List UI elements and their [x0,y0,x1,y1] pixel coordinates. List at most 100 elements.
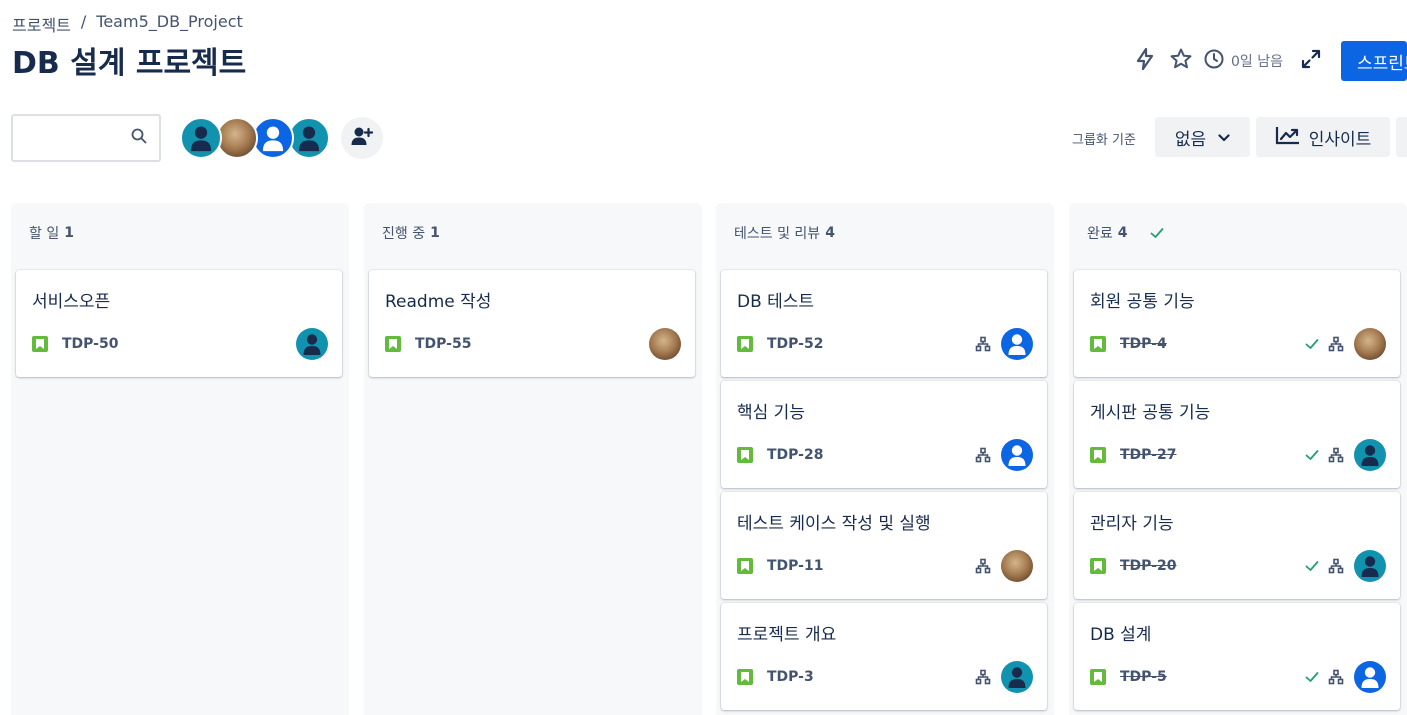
issue-footer: TDP-4 [1090,328,1386,360]
trend-chart-icon [1275,125,1301,150]
assignee-filter-avatars [180,117,330,159]
child-issues-icon[interactable] [1328,558,1344,574]
issue-footer: TDP-11 [737,550,1033,582]
group-by-label: 그룹화 기준 [1072,133,1136,148]
story-icon [737,669,753,685]
issue-title: DB 설계 [1090,625,1152,645]
clock-icon [1203,48,1225,74]
issue-title: 관리자 기능 [1090,514,1174,534]
check-icon [1149,225,1165,241]
child-issues-icon[interactable] [1328,669,1344,685]
issue-card[interactable]: 테스트 케이스 작성 및 실행 TDP-11 [721,492,1047,599]
issue-key[interactable]: TDP-52 [767,336,823,352]
breadcrumb-project-link[interactable]: Team5_DB_Project [96,12,243,36]
issue-key[interactable]: TDP-50 [62,336,118,352]
story-icon [737,447,753,463]
child-issues-icon[interactable] [1328,336,1344,352]
column-header: 진행 중1 [382,223,440,243]
complete-sprint-button[interactable]: 스프린트 완료 [1341,41,1407,81]
add-people-button[interactable] [341,117,383,159]
group-by-value: 없음 [1174,129,1207,150]
issue-title: 게시판 공통 기능 [1090,403,1211,423]
add-person-icon [351,126,374,150]
assignee-avatar[interactable] [1001,328,1033,360]
column-count: 1 [64,225,74,241]
lightning-icon [1135,47,1155,74]
child-issues-icon[interactable] [1328,447,1344,463]
column-count: 4 [1117,225,1128,241]
board-actions: 0일 남음 스프린트 완료 [1127,41,1407,81]
column-title: 테스트 및 리뷰 [734,226,821,242]
board-column: 테스트 및 리뷰 4 DB 테스트 TDP-52 핵심 기능 TDP-28 테스트 케이스 … [716,203,1054,715]
issue-footer: TDP-52 [737,328,1033,360]
insights-button[interactable]: 인사이트 [1256,117,1390,157]
avatar[interactable] [252,117,294,159]
issue-card[interactable]: 서비스오픈 TDP-50 [16,270,342,377]
search-input[interactable] [11,114,161,162]
issue-title: 핵심 기능 [737,403,805,423]
assignee-avatar[interactable] [296,328,328,360]
search-icon [131,128,147,148]
issue-card[interactable]: DB 설계 TDP-5 [1074,603,1400,710]
expand-icon [1300,48,1322,74]
board-column: 진행 중 1 Readme 작성 TDP-55 [364,203,702,715]
issue-card[interactable]: 회원 공통 기능 TDP-4 [1074,270,1400,377]
avatar[interactable] [288,117,330,159]
group-by-select[interactable]: 없음 [1155,117,1250,157]
column-count: 1 [430,225,440,241]
remaining-label: 0일 남음 [1231,54,1283,70]
issue-key[interactable]: TDP-55 [415,336,471,352]
page-title: DB 설계 프로젝트 [12,46,247,81]
issue-key[interactable]: TDP-28 [767,447,823,463]
issue-key[interactable]: TDP-5 [1120,669,1167,685]
issue-card[interactable]: 핵심 기능 TDP-28 [721,381,1047,488]
issue-key[interactable]: TDP-3 [767,669,814,685]
more-options-button[interactable] [1396,117,1407,157]
issue-title: 서비스오픈 [32,292,111,312]
assignee-avatar[interactable] [1001,661,1033,693]
issue-title: 테스트 케이스 작성 및 실행 [737,514,931,534]
issue-title: Readme 작성 [385,292,492,312]
issue-card[interactable]: 관리자 기능 TDP-20 [1074,492,1400,599]
insights-label: 인사이트 [1308,129,1372,150]
assignee-avatar[interactable] [649,328,681,360]
complete-sprint-label: 스프린트 완료 [1357,53,1407,74]
avatar[interactable] [216,117,258,159]
issue-card[interactable]: Readme 작성 TDP-55 [369,270,695,377]
child-issues-icon[interactable] [975,669,991,685]
check-icon [1304,336,1320,352]
child-issues-icon[interactable] [975,336,991,352]
column-header: 완료 4 [1087,223,1165,243]
assignee-avatar[interactable] [1354,661,1386,693]
child-issues-icon[interactable] [975,447,991,463]
issue-key[interactable]: TDP-27 [1120,447,1176,463]
issue-footer: TDP-20 [1090,550,1386,582]
board-column: 완료 4 회원 공통 기능 TDP-4 게시판 공통 기능 TDP-27 관리자 기능 TDP… [1069,203,1407,715]
issue-footer: TDP-28 [737,439,1033,471]
breadcrumb: 프로젝트 / Team5_DB_Project [12,12,243,36]
automation-button[interactable] [1127,43,1163,79]
issue-key[interactable]: TDP-20 [1120,558,1176,574]
issue-footer: TDP-55 [385,328,681,360]
issue-card[interactable]: 프로젝트 개요 TDP-3 [721,603,1047,710]
child-issues-icon[interactable] [975,558,991,574]
breadcrumb-projects-link[interactable]: 프로젝트 [12,12,71,36]
avatar[interactable] [180,117,222,159]
issue-key[interactable]: TDP-11 [767,558,823,574]
assignee-avatar[interactable] [1001,550,1033,582]
issue-footer: TDP-27 [1090,439,1386,471]
assignee-avatar[interactable] [1354,550,1386,582]
assignee-avatar[interactable] [1354,439,1386,471]
issue-card[interactable]: 게시판 공통 기능 TDP-27 [1074,381,1400,488]
issue-key[interactable]: TDP-4 [1120,336,1167,352]
assignee-avatar[interactable] [1001,439,1033,471]
issue-footer: TDP-3 [737,661,1033,693]
sprint-time-remaining[interactable]: 0일 남음 [1203,48,1283,74]
assignee-avatar[interactable] [1354,328,1386,360]
fullscreen-button[interactable] [1293,43,1329,79]
column-header: 할 일1 [29,223,74,243]
issue-footer: TDP-5 [1090,661,1386,693]
issue-card[interactable]: DB 테스트 TDP-52 [721,270,1047,377]
column-header: 테스트 및 리뷰 4 [734,223,835,243]
star-button[interactable] [1163,43,1199,79]
